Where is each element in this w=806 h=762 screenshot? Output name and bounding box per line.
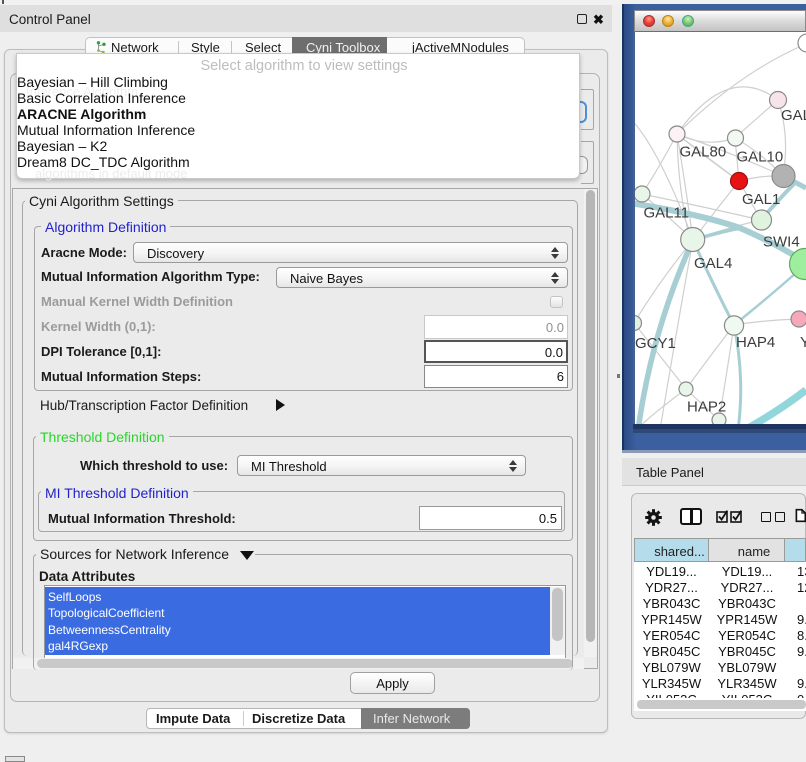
svg-text:GAL80: GAL80 xyxy=(680,144,727,161)
svg-text:GAL10: GAL10 xyxy=(737,149,784,166)
svg-text:GCY1: GCY1 xyxy=(635,335,676,352)
svg-text:GAL7: GAL7 xyxy=(781,107,806,124)
svg-text:HAP2: HAP2 xyxy=(687,399,726,416)
svg-text:HAP4: HAP4 xyxy=(736,334,775,351)
svg-text:GAL4: GAL4 xyxy=(694,255,732,272)
svg-text:GAL11: GAL11 xyxy=(644,205,690,222)
svg-text:GAL1: GAL1 xyxy=(742,191,780,208)
svg-text:Y: Y xyxy=(800,334,806,351)
svg-text:SWI4: SWI4 xyxy=(763,234,800,251)
